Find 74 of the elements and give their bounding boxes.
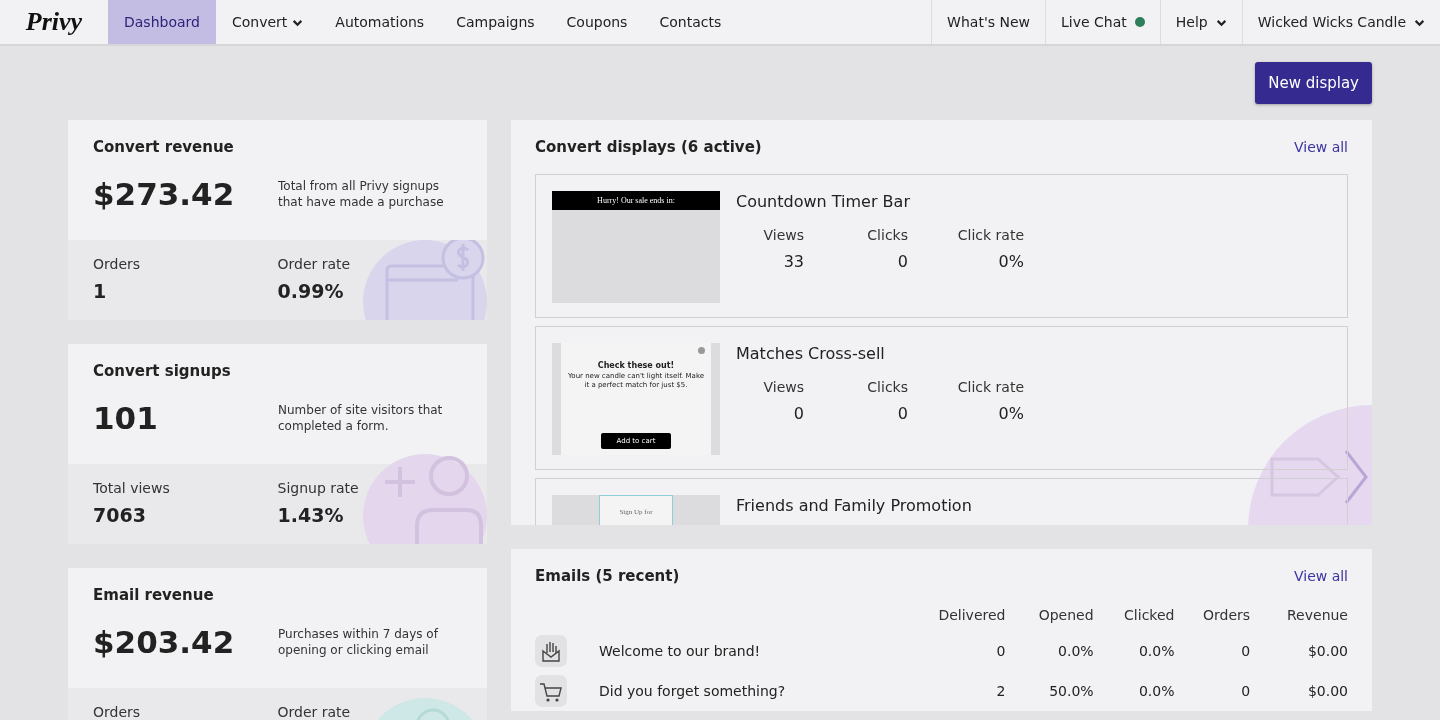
nav-tab[interactable]: Automations: [319, 0, 441, 44]
display-name: Countdown Timer Bar: [736, 192, 911, 211]
stat-label: Clicks: [867, 379, 908, 395]
new-display-button[interactable]: New display: [1255, 62, 1372, 104]
table-cell: $0.00: [1250, 671, 1348, 711]
stat-label: Click rate: [957, 379, 1024, 395]
stat-value: 33: [783, 252, 804, 271]
metric-value: 1.43%: [277, 504, 344, 526]
table-cell-text: 0.0%: [1137, 642, 1175, 661]
stat-value: 0: [897, 404, 908, 423]
column-header: Orders: [1174, 607, 1251, 631]
stat-value: 101: [93, 400, 159, 436]
stat-value: 0%: [998, 404, 1024, 423]
nav-tab[interactable]: Contacts: [643, 0, 738, 44]
column-header: Clicked: [1123, 607, 1175, 625]
table-cell: 0.0%: [1005, 631, 1094, 671]
metric-label: Orders: [93, 704, 141, 720]
envelope-hand-icon: [535, 635, 567, 667]
stat-value: 0%: [998, 252, 1024, 271]
table-cell-text: 2: [995, 682, 1006, 701]
nav-tab[interactable]: Campaigns: [440, 0, 551, 44]
stat-description: Number of site visitors that completed a form.: [278, 402, 444, 434]
metric-label: Orders: [93, 256, 141, 272]
table-cell-text: 0.0%: [1137, 682, 1175, 701]
card-title: Email revenue: [93, 586, 215, 604]
table-cell-text: 50.0%: [1048, 682, 1094, 701]
nav-item[interactable]: Live Chat: [1045, 0, 1160, 44]
email-name[interactable]: Welcome to our brand!: [599, 631, 898, 671]
nav-tab[interactable]: Coupons: [550, 0, 644, 44]
column-header: Delivered: [937, 607, 1006, 625]
stat-label: Click rate: [957, 227, 1024, 243]
preview-bar-text: Hurry! Our sale ends in:: [552, 191, 720, 210]
display-name: Friends and Family Promotion: [736, 496, 972, 515]
preview-heading: Check these out!: [597, 361, 675, 370]
table-cell: $0.00: [1250, 631, 1348, 671]
stat-description: Total from all Privy signups that have made a purchase: [278, 178, 445, 210]
nav-tab[interactable]: Convert: [215, 0, 320, 44]
tag-arrow-icon: [1248, 405, 1372, 525]
stat-value: 0: [897, 252, 908, 271]
stat-value: 0: [793, 404, 804, 423]
display-item[interactable]: Hurry! Our sale ends in: Countdown Timer Bar Views 33 Clicks 0 Click rate 0%: [535, 174, 1348, 318]
nav-item[interactable]: Wicked Wicks Candle: [1241, 0, 1440, 44]
metric-value: 0.99%: [277, 280, 344, 302]
logo[interactable]: Privy: [0, 0, 108, 44]
nav-item[interactable]: Help: [1159, 0, 1242, 44]
nav-item[interactable]: What's New: [931, 0, 1046, 44]
stat-label: Views: [763, 227, 804, 243]
column-header: Opened: [1005, 607, 1094, 631]
table-cell-text: 0: [995, 642, 1006, 661]
stat-description: Purchases within 7 days of opening or clicking email: [278, 626, 440, 658]
card-title: Convert signups: [93, 362, 232, 380]
email-name[interactable]: Did you forget something?: [599, 671, 898, 711]
metric-value: 7063: [93, 504, 146, 526]
display-name: Matches Cross-sell: [736, 344, 886, 363]
metric-label: Order rate: [277, 704, 351, 720]
view-all-link[interactable]: View all: [1293, 139, 1348, 155]
view-all-link[interactable]: View all: [1293, 568, 1348, 584]
stat-value: $203.42: [93, 624, 236, 660]
cart-icon: [535, 675, 567, 707]
table-cell: 0: [1174, 671, 1251, 711]
nav-tab[interactable]: Dashboard: [108, 0, 216, 44]
card-title: Emails (5 recent): [535, 567, 680, 585]
table-cell: 0: [1174, 631, 1251, 671]
metric-label: Total views: [93, 480, 170, 496]
stat-value: $273.42: [93, 176, 236, 212]
metric-value: 1: [93, 280, 107, 302]
metric-label: Order rate: [277, 256, 351, 272]
stat-label: Clicks: [867, 227, 908, 243]
column-header: Revenue: [1250, 607, 1348, 631]
metric-label: Signup rate: [277, 480, 359, 496]
stat-label: Views: [763, 379, 804, 395]
card-title: Convert revenue: [93, 138, 235, 156]
add-user-icon: [363, 454, 487, 544]
card-title: Convert displays (6 active): [535, 138, 762, 156]
